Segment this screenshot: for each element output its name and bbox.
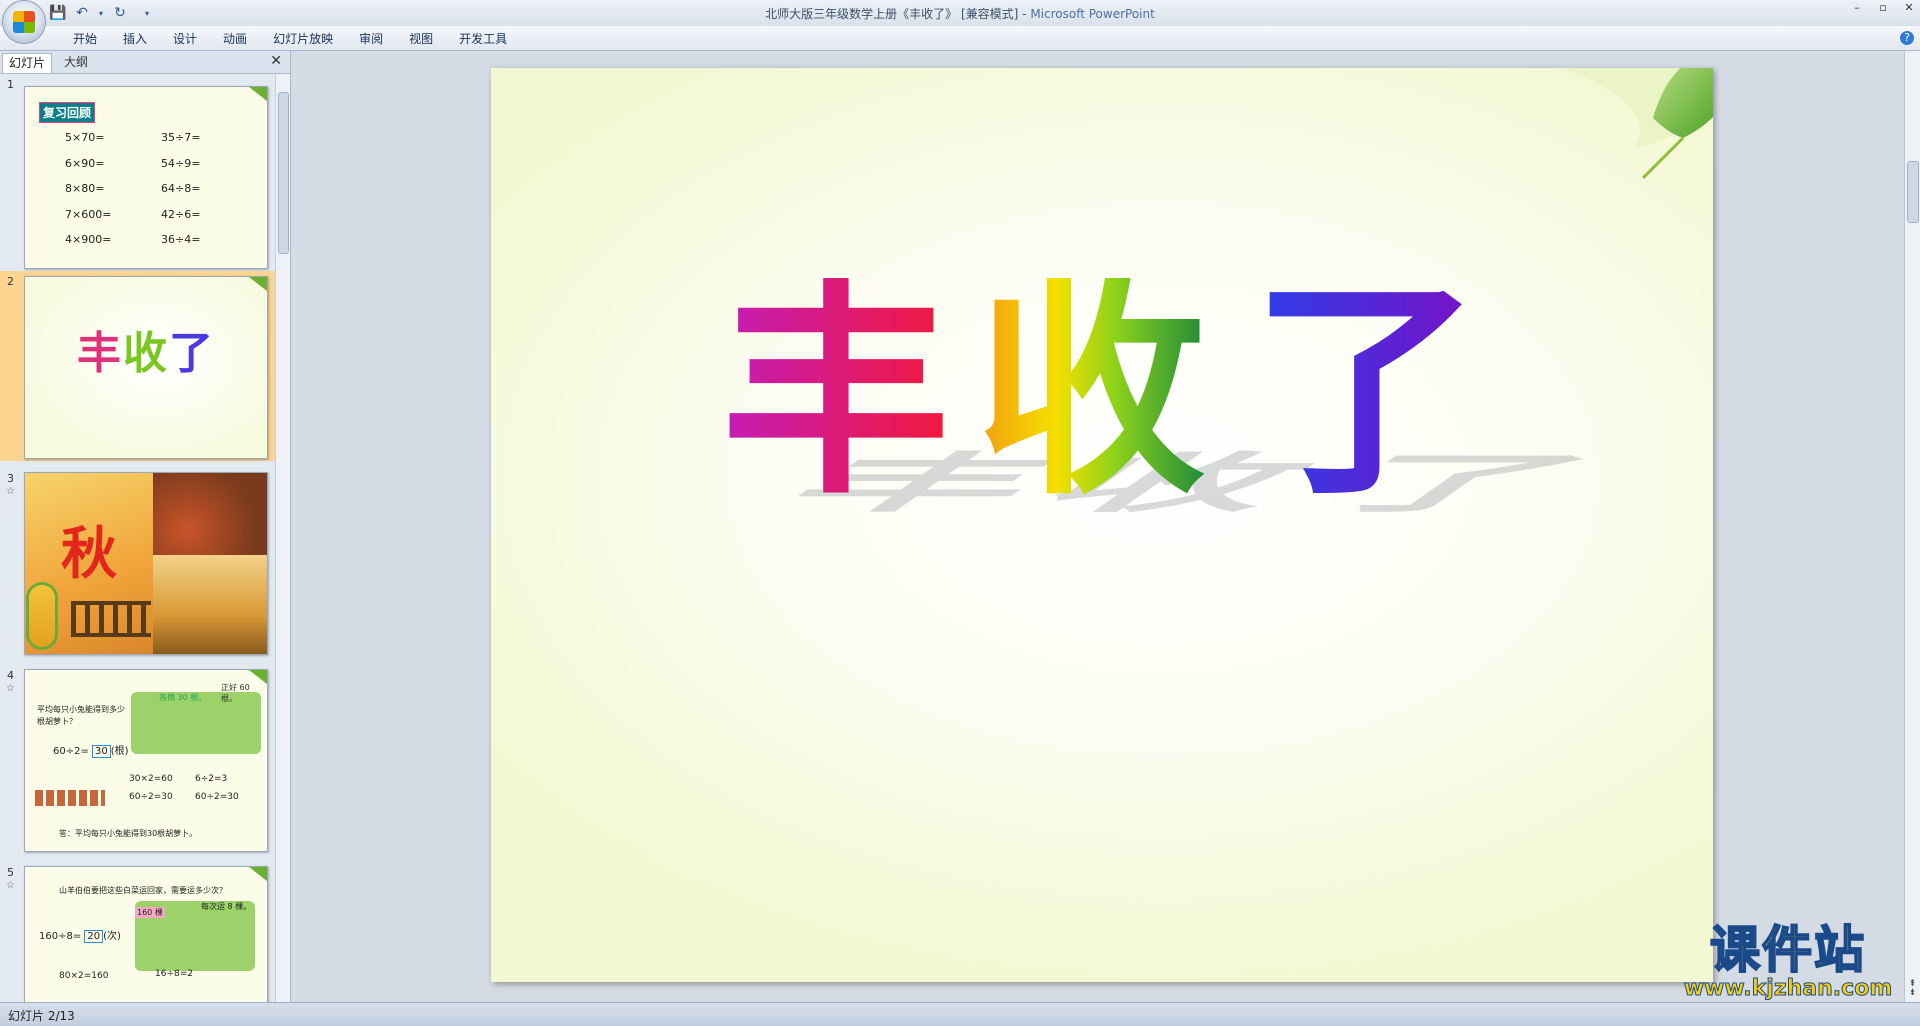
tab-developer[interactable]: 开发工具 xyxy=(446,30,520,48)
leaf-decoration-icon xyxy=(249,277,267,291)
office-logo-icon xyxy=(13,11,35,33)
thumb-item: 36÷4= xyxy=(161,233,201,246)
thumb-title-char: 了 xyxy=(169,328,215,379)
app-name: Microsoft PowerPoint xyxy=(1030,7,1155,21)
thumb-heading: 复习回顾 xyxy=(39,102,96,123)
ribbon-tab-bar: 开始 插入 设计 动画 幻灯片放映 审阅 视图 开发工具 ? xyxy=(0,26,1920,51)
slide-thumbnail-5[interactable]: 山羊伯伯要把这些白菜运回家，需要运多少次？ 160 棵 每次运 8 棵。 160… xyxy=(24,866,268,1002)
tab-design[interactable]: 设计 xyxy=(160,30,210,48)
restore-button[interactable]: ▫ xyxy=(1876,2,1890,14)
thumb-question: 平均每只小兔能得到多少根胡萝卜？ xyxy=(37,705,125,726)
slide-scrollbar[interactable]: ⇞ ⇟ xyxy=(1904,51,1920,1002)
animation-star-icon: ☆ xyxy=(6,880,15,891)
slide-title[interactable]: 丰 收 了 丰 收 了 xyxy=(721,259,1621,598)
thumb-item: 64÷8= xyxy=(161,182,201,195)
thumb-item: 8×80= xyxy=(65,182,105,195)
thumb-bubble: 每次运 8 棵。 xyxy=(201,902,252,911)
thumb-item: 6×90= xyxy=(65,156,105,170)
document-title: 北师大版三年级数学上册《丰收了》 [兼容模式] - xyxy=(765,7,1031,21)
slide-thumbnail-4[interactable]: 平均每只小兔能得到多少根胡萝卜？ 各摘 30 根。 正好 60 根。 60÷2=… xyxy=(24,669,268,852)
watermark-logo: 课件站 www.kjzhan.com xyxy=(1670,921,1906,1002)
animation-star-icon: ☆ xyxy=(6,486,15,497)
tab-view[interactable]: 视图 xyxy=(396,30,446,48)
slide-thumbnail-2[interactable]: 丰收了 xyxy=(24,276,268,459)
thumbnail-number: 4 xyxy=(7,669,14,682)
status-bar: 幻灯片 2/13 xyxy=(0,1002,1920,1026)
thumb-equation: 16÷8=2 xyxy=(155,969,193,979)
thumb-answer: 答：平均每只小兔能得到30根胡萝卜。 xyxy=(59,829,198,838)
pumpkin-field-picture xyxy=(153,473,267,555)
leaf-decoration-icon xyxy=(249,87,267,101)
minimize-button[interactable]: – xyxy=(1850,2,1864,14)
office-button[interactable] xyxy=(3,1,45,43)
fence-picture xyxy=(71,601,151,637)
close-button[interactable]: ✕ xyxy=(1902,2,1916,14)
thumbnail-number: 3 xyxy=(7,472,14,485)
watermark-title: 课件站 xyxy=(1709,921,1866,979)
leaf-decoration-icon xyxy=(1563,68,1713,180)
thumbnail-number: 1 xyxy=(7,78,14,91)
thumb-equation: 60÷2= 30 (根) xyxy=(53,745,129,758)
slide-canvas[interactable]: 丰 收 了 丰 收 了 xyxy=(491,68,1713,982)
thumbnail-list: 1 复习回顾 5×70= 6×90= 8×80= 7×600= 4×900= 3… xyxy=(0,74,276,1002)
slides-panel: 幻灯片 大纲 ✕ 1 复习回顾 5×70= 6×90= 8×80= 7×600=… xyxy=(0,51,291,1002)
slide-counter: 幻灯片 2/13 xyxy=(8,1009,75,1023)
panel-tab-strip: 幻灯片 大纲 ✕ xyxy=(0,51,290,74)
corn-cob-picture xyxy=(29,585,55,647)
thumb-item: 7×600= xyxy=(65,207,112,221)
thumb-right-column: 35÷7= 54÷9= 64÷8= 42÷6= 36÷4= xyxy=(161,125,200,253)
tab-outline[interactable]: 大纲 xyxy=(58,53,94,72)
thumb-item: 42÷6= xyxy=(161,207,201,221)
title-char-shou: 收 xyxy=(976,259,1207,526)
tab-insert[interactable]: 插入 xyxy=(110,30,160,48)
thumb-title: 丰收了 xyxy=(25,317,267,381)
thumb-bubble: 各摘 30 根。 xyxy=(159,693,207,702)
tab-review[interactable]: 审阅 xyxy=(346,30,396,48)
carrot-boxes-picture xyxy=(35,790,105,806)
tab-home[interactable]: 开始 xyxy=(60,30,110,48)
animation-star-icon: ☆ xyxy=(6,683,15,694)
thumb-item: 54÷9= xyxy=(161,156,201,170)
tab-slides[interactable]: 幻灯片 xyxy=(2,53,53,73)
thumbnail-row-selected: 2 丰收了 xyxy=(0,271,276,461)
autumn-glyph: 秋 xyxy=(61,521,117,587)
thumb-bubble: 正好 60 根。 xyxy=(221,683,250,703)
leaf-decoration-icon xyxy=(249,867,267,881)
thumb-bubble: 160 棵 xyxy=(135,907,165,918)
thumb-item: 4×900= xyxy=(65,233,112,246)
prev-next-slide-icon[interactable]: ⇞ ⇟ xyxy=(1906,980,1919,998)
window-title: 北师大版三年级数学上册《丰收了》 [兼容模式] - Microsoft Powe… xyxy=(0,5,1920,22)
thumb-equations: 30×2=60 60÷2=30 xyxy=(129,774,173,802)
tab-animations[interactable]: 动画 xyxy=(210,30,260,48)
thumbnail-number: 5 xyxy=(7,866,14,879)
corn-picture xyxy=(153,555,267,654)
slide-thumbnail-3[interactable]: 秋 xyxy=(24,472,268,655)
watermark-url: www.kjzhan.com xyxy=(1683,976,1893,1002)
thumb-equations: 6÷2=3 60÷2=30 xyxy=(195,774,239,802)
thumb-item: 5×70= xyxy=(65,131,105,144)
title-bar: 💾 ↶ ▾ ↻ ▾ 北师大版三年级数学上册《丰收了》 [兼容模式] - Micr… xyxy=(0,0,1920,43)
slide-thumbnail-1[interactable]: 复习回顾 5×70= 6×90= 8×80= 7×600= 4×900= 35÷… xyxy=(24,86,268,269)
panel-close-icon[interactable]: ✕ xyxy=(270,53,282,69)
thumbnail-scrollbar[interactable] xyxy=(275,74,290,1002)
title-char-le: 了 xyxy=(1251,259,1482,526)
title-char-feng: 丰 xyxy=(721,259,952,526)
thumb-title-char: 丰 xyxy=(77,328,123,379)
scrollbar-thumb[interactable] xyxy=(1907,161,1919,223)
thumb-left-column: 5×70= 6×90= 8×80= 7×600= 4×900= xyxy=(65,125,111,253)
thumbnail-number: 2 xyxy=(7,275,14,288)
tab-slideshow[interactable]: 幻灯片放映 xyxy=(260,30,346,48)
help-icon[interactable]: ? xyxy=(1900,31,1914,45)
window-controls: – ▫ ✕ xyxy=(1850,2,1916,14)
thumb-equation: 160÷8= 20 (次) xyxy=(39,930,121,943)
thumb-question: 山羊伯伯要把这些白菜运回家，需要运多少次？ xyxy=(59,886,227,895)
thumb-title-char: 收 xyxy=(123,328,169,379)
thumb-item: 35÷7= xyxy=(161,131,201,144)
thumb-equation: 80×2=160 xyxy=(59,971,109,981)
scrollbar-thumb[interactable] xyxy=(278,92,289,254)
